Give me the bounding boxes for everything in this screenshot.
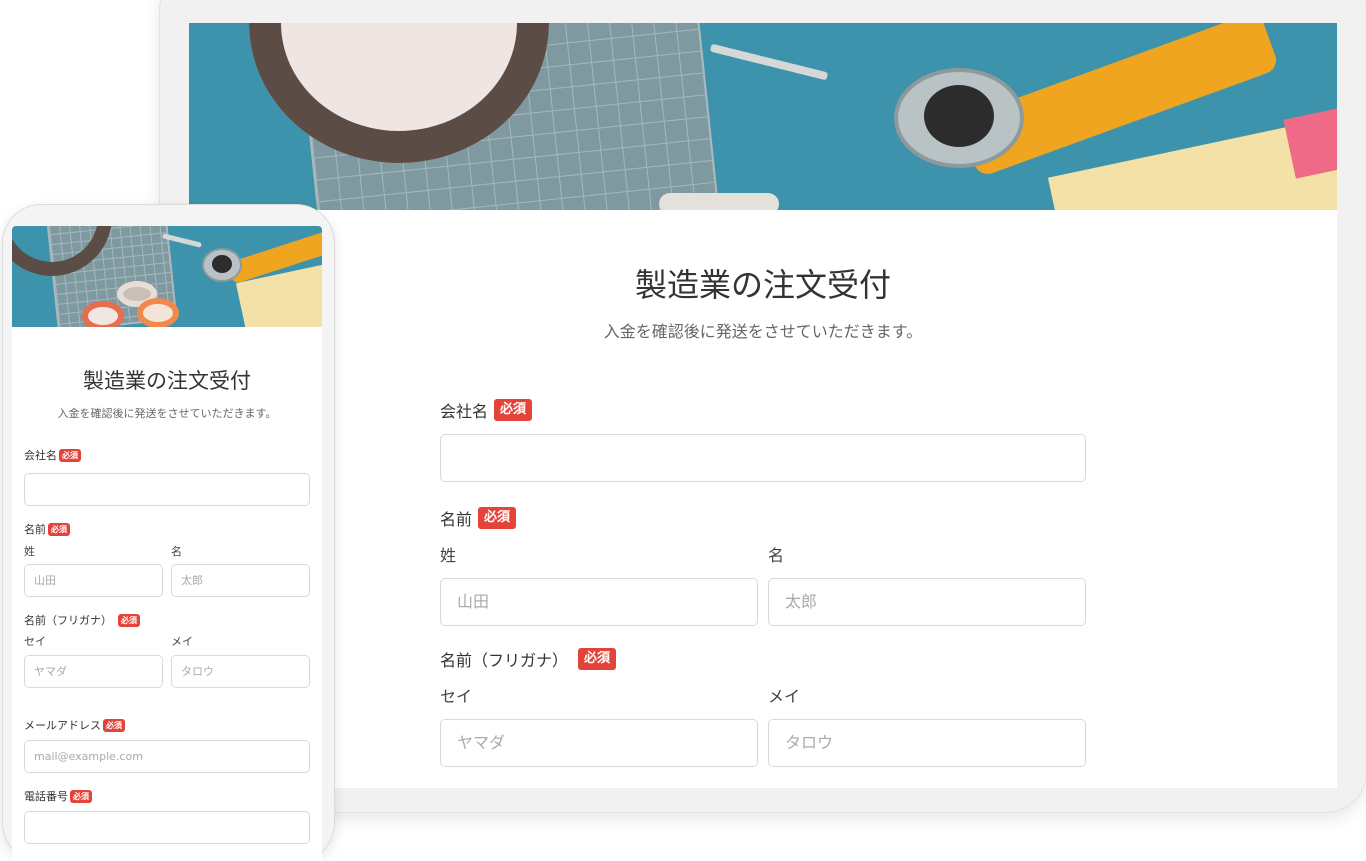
tape-strip-shape [659, 193, 779, 210]
form-title: 製造業の注文受付 [83, 369, 251, 393]
kana-label-row: 名前（フリガナ） 必須 [24, 613, 310, 627]
last-name-group: 姓 山田 [440, 542, 758, 626]
kana-label: 名前（フリガナ） [440, 651, 569, 670]
name-label: 名前 [24, 523, 46, 536]
form-subtitle: 入金を確認後に発送をさせていただきます。 [603, 322, 923, 341]
kana-label: 名前（フリガナ） [24, 614, 112, 627]
hero-image-small [12, 226, 322, 327]
washi-tape-shape [82, 301, 124, 327]
name-label-row: 名前 必須 [24, 522, 310, 536]
company-label-row: 会社名 必須 [440, 399, 1086, 421]
required-badge: 必須 [118, 613, 140, 627]
last-kana-group: セイ ヤマダ [24, 633, 163, 688]
cutter-hub-shape [924, 85, 994, 147]
kana-pair: セイ ヤマダ メイ タロウ [24, 633, 310, 688]
phone-label-row: 電話番号 必須 [24, 789, 310, 803]
phone-input[interactable] [24, 811, 310, 844]
name-pair: 姓 山田 名 太郎 [440, 542, 1086, 626]
first-name-label: 名 [171, 545, 182, 558]
required-badge: 必須 [478, 507, 517, 529]
last-kana-group: セイ ヤマダ [440, 683, 758, 767]
first-kana-group: メイ タロウ [768, 683, 1086, 767]
last-kana-label: セイ [24, 635, 46, 648]
required-badge: 必須 [70, 789, 92, 803]
phone-screen: 製造業の注文受付 入金を確認後に発送をさせていただきます。 会社名 必須 名前 … [12, 226, 322, 861]
company-label: 会社名 [440, 402, 489, 421]
kana-pair: セイ ヤマダ メイ タロウ [440, 683, 1086, 767]
required-badge: 必須 [48, 522, 70, 536]
form-fields: 会社名 必須 名前 必須 姓 山田 名 太郎 名前（フリガナ） 必須 セイ ヤマ… [440, 399, 1086, 767]
email-label-row: メールアドレス 必須 [24, 718, 310, 732]
blade-shape [709, 43, 829, 81]
required-badge: 必須 [103, 718, 125, 732]
name-label: 名前 [440, 510, 473, 529]
last-kana-input[interactable]: ヤマダ [24, 655, 163, 688]
company-input[interactable] [24, 473, 310, 506]
form-subtitle: 入金を確認後に発送をさせていただきます。 [57, 407, 277, 420]
required-badge: 必須 [59, 448, 81, 462]
name-pair: 姓 山田 名 太郎 [24, 543, 310, 597]
first-name-group: 名 太郎 [171, 543, 310, 597]
company-label: 会社名 [24, 449, 57, 462]
washi-tape-shape [137, 298, 179, 327]
order-form-small: 製造業の注文受付 入金を確認後に発送をさせていただきます。 会社名 必須 名前 … [12, 365, 322, 844]
company-label-row: 会社名 必須 [24, 448, 310, 462]
first-name-input[interactable]: 太郎 [171, 564, 310, 597]
tablet-screen: 製造業の注文受付 入金を確認後に発送をさせていただきます。 会社名 必須 名前 … [189, 23, 1337, 788]
cutter-hub-shape [212, 255, 232, 273]
form-fields: 会社名 必須 名前 必須 姓 山田 名 太郎 名前（フリガナ） 必須 セイ ヤマ… [12, 448, 322, 844]
email-label: メールアドレス [24, 719, 101, 732]
first-kana-input[interactable]: タロウ [768, 719, 1086, 767]
first-name-input[interactable]: 太郎 [768, 578, 1086, 626]
first-kana-group: メイ タロウ [171, 633, 310, 688]
hero-image [189, 23, 1337, 210]
last-kana-input[interactable]: ヤマダ [440, 719, 758, 767]
last-name-label: 姓 [24, 545, 35, 558]
kana-label-row: 名前（フリガナ） 必須 [440, 648, 1086, 670]
last-name-input[interactable]: 山田 [440, 578, 758, 626]
last-name-group: 姓 山田 [24, 543, 163, 597]
email-input[interactable]: mail@example.com [24, 740, 310, 773]
first-kana-input[interactable]: タロウ [171, 655, 310, 688]
first-name-group: 名 太郎 [768, 542, 1086, 626]
first-kana-label: メイ [768, 687, 801, 706]
first-kana-label: メイ [171, 635, 193, 648]
last-name-input[interactable]: 山田 [24, 564, 163, 597]
first-name-label: 名 [768, 546, 785, 565]
order-form-large: 製造業の注文受付 入金を確認後に発送をさせていただきます。 会社名 必須 名前 … [189, 210, 1337, 767]
last-kana-label: セイ [440, 687, 473, 706]
company-input[interactable] [440, 434, 1086, 482]
form-title: 製造業の注文受付 [634, 266, 891, 304]
name-label-row: 名前 必須 [440, 507, 1086, 529]
phone-label: 電話番号 [24, 790, 68, 803]
required-badge: 必須 [578, 648, 617, 670]
last-name-label: 姓 [440, 546, 457, 565]
required-badge: 必須 [494, 399, 533, 421]
